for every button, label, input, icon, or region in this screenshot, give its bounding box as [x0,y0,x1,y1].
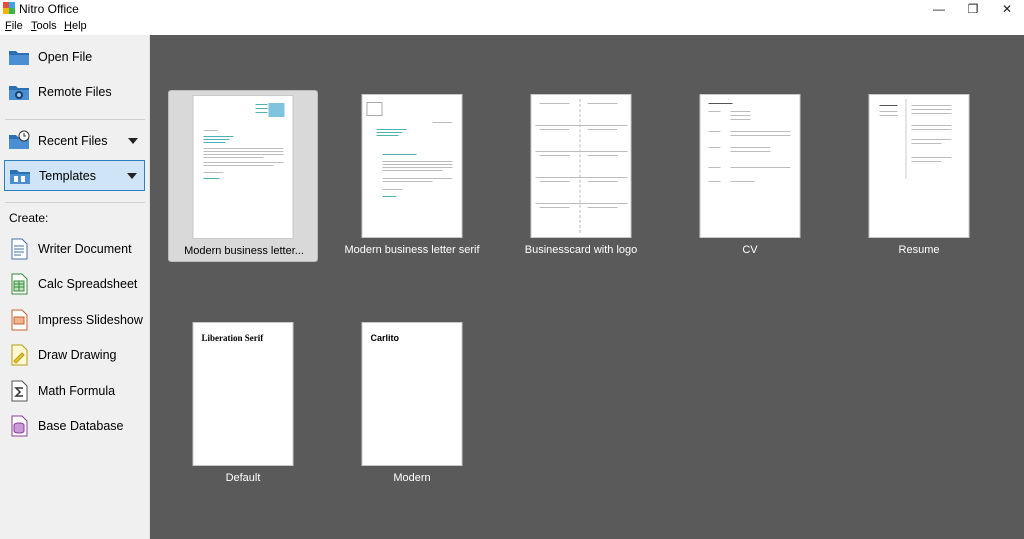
writer-icon [11,238,28,259]
template-thumbnail: Liberation Serif [192,322,294,466]
title-bar: Nitro Office — ❐ ✕ [0,0,1024,18]
template-thumbnail: Carlito [361,322,463,466]
chevron-down-icon[interactable] [127,172,137,179]
draw-icon [11,344,28,365]
sidebar-separator [5,202,145,203]
recent-files-button[interactable]: Recent Files [4,125,145,156]
template-item[interactable]: Carlito Modern [337,318,487,490]
window-title: Nitro Office [19,2,79,16]
menu-help[interactable]: Help [64,20,87,32]
remote-files-label: Remote Files [38,84,112,99]
template-thumbnail [699,94,801,238]
create-calc-button[interactable]: Calc Spreadsheet [4,268,145,299]
template-gallery: Modern business letter... Modern busines… [150,35,1024,539]
remote-files-button[interactable]: Remote Files [4,76,145,107]
template-thumbnail [361,94,463,238]
create-writer-button[interactable]: Writer Document [4,233,145,264]
menu-tools[interactable]: Tools [31,20,57,32]
template-thumbnail [530,94,632,238]
template-item[interactable]: Modern business letter serif [337,90,487,262]
create-math-button[interactable]: Math Formula [4,375,145,406]
app-logo-icon [3,2,15,14]
folder-icon [9,50,29,65]
templates-icon [10,169,30,184]
template-thumbnail [192,95,294,239]
create-draw-button[interactable]: Draw Drawing [4,339,145,370]
template-label: Default [225,472,261,484]
template-item[interactable]: Modern business letter... [168,90,318,262]
templates-button[interactable]: Templates [4,160,145,191]
template-item[interactable]: Liberation Serif Default [168,318,318,490]
create-base-button[interactable]: Base Database [4,410,145,441]
create-item-label: Draw Drawing [38,347,117,362]
create-item-label: Math Formula [38,383,116,398]
calc-icon [11,273,28,294]
recent-files-icon [9,130,30,149]
recent-files-label: Recent Files [38,133,108,148]
template-item[interactable]: Businesscard with logo [506,90,656,262]
template-thumbnail [868,94,970,238]
restore-button[interactable]: ❐ [956,0,990,18]
create-item-label: Writer Document [38,241,132,256]
start-center-sidebar: Open File Remote Files Recent Files Temp… [0,35,150,539]
template-label: Modern [393,472,431,484]
menu-file[interactable]: File [5,20,23,32]
template-item[interactable]: CV [675,90,825,262]
menu-bar: File Tools Help [0,18,1024,35]
template-label: Modern business letter serif [344,244,480,256]
template-label: Businesscard with logo [524,244,638,256]
open-file-label: Open File [38,49,93,64]
sidebar-separator [5,119,145,120]
template-label: CV [742,244,758,256]
template-preview-text: Carlito [370,333,400,343]
math-icon [11,380,28,401]
create-heading: Create: [9,211,49,225]
create-item-label: Base Database [38,418,124,433]
base-icon [11,415,28,436]
template-label: Modern business letter... [184,245,304,257]
template-label: Resume [898,244,940,256]
impress-icon [11,309,28,330]
template-item[interactable]: Resume [844,90,994,262]
template-preview-text: Liberation Serif [201,333,264,343]
create-item-label: Calc Spreadsheet [38,276,138,291]
open-file-button[interactable]: Open File [4,41,145,72]
minimize-button[interactable]: — [922,0,956,18]
close-button[interactable]: ✕ [990,0,1024,18]
templates-label: Templates [39,168,96,183]
chevron-down-icon[interactable] [128,137,138,144]
remote-folder-icon [9,85,29,100]
create-impress-button[interactable]: Impress Slideshow [4,304,145,335]
create-item-label: Impress Slideshow [38,312,143,327]
